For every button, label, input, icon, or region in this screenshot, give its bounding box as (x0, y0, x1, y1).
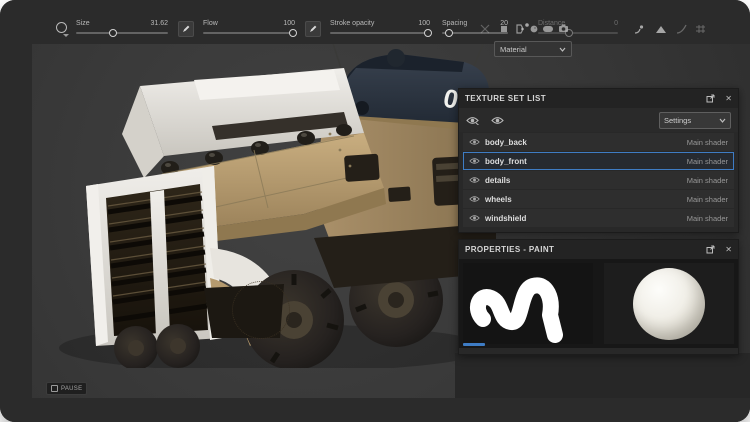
texture-set-row-body-back[interactable]: body_back Main shader (463, 133, 734, 151)
brush-stroke-preview[interactable] (463, 263, 593, 344)
visibility-eye-icon[interactable] (469, 138, 480, 146)
plane-shape-icon[interactable] (500, 25, 508, 33)
texture-set-row-details[interactable]: details Main shader (463, 171, 734, 189)
flow-slider[interactable]: Flow 100 (203, 20, 295, 34)
settings-dropdown[interactable]: Settings (659, 112, 731, 129)
texture-set-name: windshield (485, 214, 687, 223)
brush-toolbar: Size 31.62 Flow 100 Stroke opacity 100 S… (0, 0, 750, 44)
cylinder-shape-icon[interactable] (515, 24, 525, 34)
spacing-slider[interactable]: Spacing 20 (442, 20, 508, 34)
brush-icon (182, 25, 190, 33)
texture-set-rows: body_back Main shader body_front Main sh… (459, 132, 738, 227)
properties-content (459, 259, 738, 348)
flow-knob[interactable] (289, 29, 297, 37)
close-panel-icon[interactable]: ✕ (725, 246, 732, 254)
material-sphere-preview (633, 268, 705, 340)
texture-set-name: wheels (485, 195, 687, 204)
material-preview-tile[interactable] (604, 263, 734, 344)
falloff-icon[interactable] (676, 24, 687, 34)
solo-eye-icon[interactable] (491, 116, 504, 125)
visibility-eye-icon[interactable] (469, 176, 480, 184)
app-window: 07 (0, 0, 750, 422)
brush-tip-icon[interactable] (56, 22, 67, 33)
texture-set-name: body_back (485, 138, 687, 147)
size-value: 31.62 (150, 20, 168, 28)
close-panel-icon[interactable]: ✕ (725, 95, 732, 103)
pause-engine-button[interactable]: PAUSE (46, 382, 87, 395)
texture-set-list-title: TEXTURE SET LIST (465, 94, 696, 103)
texture-set-shader[interactable]: Main shader (687, 195, 728, 204)
chevron-down-icon (719, 118, 726, 123)
detach-panel-icon[interactable] (706, 245, 715, 254)
brush-cursor (232, 281, 290, 339)
capsule-shape-icon[interactable] (542, 25, 554, 33)
pause-label: PAUSE (61, 386, 82, 392)
size-knob[interactable] (109, 29, 117, 37)
texture-set-list-panel: TEXTURE SET LIST ✕ Settings body_back Ma… (458, 88, 739, 233)
detach-panel-icon[interactable] (706, 94, 715, 103)
visibility-eye-icon[interactable] (469, 195, 480, 203)
texture-set-shader[interactable]: Main shader (687, 138, 728, 147)
flow-value: 100 (283, 20, 295, 28)
texture-set-toolbar: Settings (459, 108, 738, 132)
texture-set-shader[interactable]: Main shader (687, 157, 728, 166)
show-all-eye-icon[interactable] (466, 116, 479, 125)
texture-set-row-body-front[interactable]: body_front Main shader (463, 152, 734, 170)
brush-tip-caret-icon[interactable] (63, 34, 69, 37)
texture-set-list-header[interactable]: TEXTURE SET LIST ✕ (459, 89, 738, 108)
material-mode-select[interactable]: Material (494, 41, 572, 57)
properties-panel-header[interactable]: PROPERTIES - PAINT ✕ (459, 240, 738, 259)
stroke-opacity-knob[interactable] (424, 29, 432, 37)
bottom-chrome (0, 398, 750, 422)
scroll-indicator[interactable] (463, 343, 485, 346)
pencil-icon (309, 25, 317, 33)
stroke-opacity-slider[interactable]: Stroke opacity 100 (330, 20, 430, 34)
stroke-opacity-label: Stroke opacity (330, 20, 374, 28)
settings-dropdown-label: Settings (664, 116, 691, 125)
material-mode-label: Material (500, 45, 527, 54)
properties-paint-panel: PROPERTIES - PAINT ✕ (458, 239, 739, 355)
texture-set-name: details (485, 176, 687, 185)
texture-set-name: body_front (485, 157, 687, 166)
chevron-down-icon (559, 47, 566, 52)
cursor-tool-icon[interactable] (480, 24, 490, 34)
size-label: Size (76, 20, 90, 28)
stroke-preset-button[interactable] (305, 21, 321, 37)
spacing-knob[interactable] (445, 29, 453, 37)
texture-set-row-wheels[interactable]: wheels Main shader (463, 190, 734, 208)
sphere-shape-icon[interactable] (529, 24, 539, 34)
size-slider[interactable]: Size 31.62 (76, 20, 168, 34)
flow-label: Flow (203, 20, 218, 28)
pause-icon (51, 385, 58, 392)
brush-preset-button[interactable] (178, 21, 194, 37)
camera-icon[interactable] (558, 24, 569, 33)
properties-panel-title: PROPERTIES - PAINT (465, 245, 696, 254)
grid-snap-icon[interactable] (695, 24, 706, 34)
texture-set-row-windshield[interactable]: windshield Main shader (463, 209, 734, 227)
visibility-eye-icon[interactable] (469, 214, 480, 222)
texture-set-shader[interactable]: Main shader (687, 214, 728, 223)
lazy-mouse-icon[interactable] (634, 24, 645, 35)
spacing-label: Spacing (442, 20, 467, 28)
symmetry-icon[interactable] (655, 24, 667, 34)
visibility-eye-icon[interactable] (469, 157, 480, 165)
stroke-opacity-value: 100 (418, 20, 430, 28)
texture-set-shader[interactable]: Main shader (687, 176, 728, 185)
distance-value: 0 (614, 20, 618, 28)
